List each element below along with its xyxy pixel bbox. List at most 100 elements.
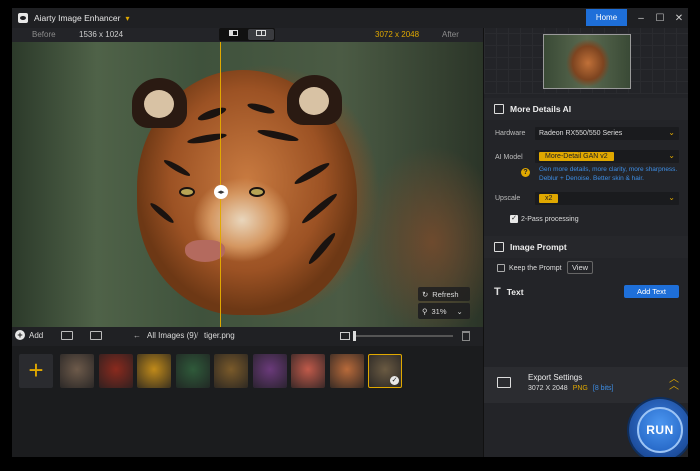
after-label: After (442, 30, 459, 39)
monitor-settings-icon (497, 377, 511, 388)
add-text-button[interactable]: Add Text (624, 285, 679, 298)
zoom-icon: ⚲ (422, 306, 428, 316)
image-prompt-section-header: Image Prompt (484, 236, 688, 258)
slider-handle[interactable] (353, 331, 356, 341)
trash-icon[interactable] (462, 331, 470, 341)
split-handle-icon[interactable]: ◂▸ (214, 185, 228, 199)
upscale-value: x2 (539, 194, 559, 203)
view-prompt-button[interactable]: View (567, 261, 593, 274)
chevron-down-icon: ⌄ (668, 128, 675, 137)
thumbnail-bee[interactable] (137, 354, 171, 388)
minimize-icon[interactable]: – (634, 11, 648, 25)
plus-icon: + (15, 330, 25, 340)
side-by-side-icon (256, 30, 266, 36)
output-size: 3072 x 2048 (375, 30, 420, 39)
app-logo-icon (18, 13, 28, 23)
tiger-ear-right (287, 75, 342, 125)
tiger-eye-left (179, 187, 195, 197)
export-size: 3072 X 2048 (528, 385, 568, 392)
selected-check-icon: ✓ (390, 376, 399, 385)
compare-bar: Before 1536 x 1024 3072 x 2048 After (12, 28, 483, 42)
text-tool-icon: T (494, 286, 501, 298)
thumbnail-strip: + ✓ (12, 346, 483, 457)
upscale-select[interactable]: x2 ⌄ (535, 192, 679, 205)
keep-prompt-label: Keep the Prompt (509, 265, 562, 272)
hardware-value: Radeon RX550/550 Series (539, 130, 623, 137)
export-info: 3072 X 2048 PNG [8 bits] (528, 385, 614, 392)
image-size-icon (340, 332, 350, 340)
section-title: Image Prompt (510, 242, 567, 252)
refresh-icon: ↻ (422, 289, 429, 299)
thumbnail-pancakes[interactable] (329, 354, 364, 388)
thumbnail-woman-portrait[interactable] (60, 354, 94, 388)
hardware-label: Hardware (495, 130, 526, 137)
add-label: Add (29, 330, 44, 340)
tiger-eye-right (249, 187, 265, 197)
chevron-down-icon[interactable]: ▾ (125, 14, 129, 23)
tiger-image (132, 70, 357, 315)
thumbnail-size-slider[interactable] (354, 335, 453, 337)
app-title: Aiarty Image Enhancer (34, 13, 121, 23)
list-view-icon[interactable] (90, 331, 102, 340)
side-by-side-button[interactable] (248, 29, 274, 40)
close-icon[interactable]: ✕ (672, 11, 686, 25)
export-format: PNG (572, 385, 588, 392)
tiger-ear-left (132, 78, 187, 128)
thumbnail-hummingbird[interactable] (175, 354, 210, 388)
zoom-control[interactable]: ⚲ 31% ⌄ (418, 303, 470, 319)
thumbnail-clown-woman[interactable] (291, 354, 325, 388)
export-bit-depth: [8 bits] (592, 385, 614, 392)
original-size: 1536 x 1024 (79, 30, 124, 39)
maximize-icon[interactable]: ☐ (653, 11, 667, 25)
thumbnail-food-plate[interactable] (214, 354, 248, 388)
help-icon[interactable]: ? (521, 168, 530, 177)
export-settings[interactable]: Export Settings 3072 X 2048 PNG [8 bits]… (484, 367, 688, 403)
breadcrumb-all-images[interactable]: All Images (9) (147, 331, 196, 340)
keep-prompt-checkbox[interactable] (497, 264, 505, 272)
add-image-tile[interactable]: + (19, 354, 53, 388)
breadcrumb-separator: / (196, 331, 199, 340)
add-button[interactable]: + Add (15, 330, 43, 340)
breadcrumb-current-file: tiger.png (204, 331, 235, 340)
upscale-label: Upscale (495, 195, 521, 202)
navigator-thumbnail[interactable] (543, 34, 631, 89)
two-pass-label: 2-Pass processing (521, 216, 579, 223)
refresh-button[interactable]: ↻ Refresh (418, 287, 470, 301)
export-title: Export Settings (528, 373, 583, 382)
chevron-down-icon: ⌄ (456, 306, 463, 316)
home-button[interactable]: Home (586, 9, 627, 26)
title-bar: Aiarty Image Enhancer ▾ Home – ☐ ✕ (12, 8, 688, 28)
image-preview[interactable]: ◂▸ ↻ Refresh ⚲ 31% ⌄ (12, 42, 483, 327)
chevron-down-icon: ⌄ (668, 193, 675, 202)
thumbnail-colorful-woman[interactable] (252, 354, 287, 388)
ai-model-value: More-Detail GAN v2 (539, 152, 614, 161)
ai-model-hint: Gen more details, more clarity, more sha… (539, 166, 678, 182)
ai-model-label: AI Model (495, 154, 523, 161)
run-button[interactable]: RUN (629, 399, 688, 457)
view-mode-toggle (219, 28, 275, 41)
section-title: Text (506, 287, 524, 297)
app-window: Aiarty Image Enhancer ▾ Home – ☐ ✕ Befor… (12, 8, 688, 457)
before-label: Before (32, 30, 56, 39)
run-label: RUN (637, 407, 683, 453)
section-title: More Details AI (510, 104, 572, 114)
grid-view-icon[interactable] (61, 331, 73, 340)
chevron-up-icon[interactable]: ︿ ︿ (669, 375, 679, 392)
tiger-nose (185, 240, 225, 262)
back-arrow-icon[interactable]: ← (133, 331, 141, 340)
prompt-icon (494, 242, 504, 252)
thumbnail-insect-macro[interactable] (98, 354, 133, 388)
settings-panel: More Details AI Hardware Radeon RX550/55… (483, 28, 688, 457)
zoom-value: 31% (431, 306, 447, 316)
more-details-section-header: More Details AI (484, 98, 688, 120)
split-view-button[interactable] (220, 29, 246, 40)
split-view-icon (228, 30, 238, 36)
ai-model-select[interactable]: More-Detail GAN v2 ⌄ (535, 150, 679, 163)
two-pass-checkbox[interactable]: ✓ (510, 215, 518, 223)
thumbnail-tiger[interactable]: ✓ (368, 354, 402, 388)
image-strip-toolbar: + Add ← All Images (9) / tiger.png (12, 327, 483, 346)
enhance-icon (494, 104, 504, 114)
hardware-select[interactable]: Radeon RX550/550 Series ⌄ (535, 127, 679, 140)
chevron-down-icon: ⌄ (668, 151, 675, 160)
refresh-label: Refresh (432, 289, 459, 299)
